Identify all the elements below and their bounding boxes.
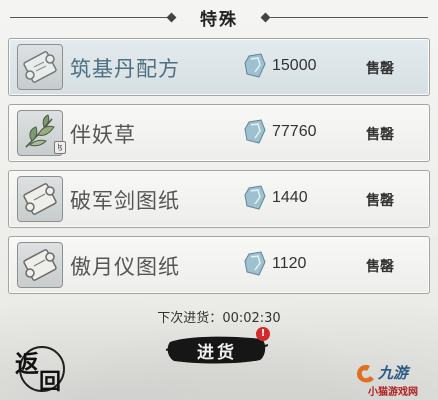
scroll-blueprint-icon[interactable] — [17, 176, 63, 222]
section-title: 特殊 — [200, 9, 238, 30]
header-divider-right — [268, 17, 428, 18]
item-price: 15000 — [243, 53, 317, 79]
scroll-blueprint-icon[interactable] — [17, 242, 63, 288]
shop-item-row[interactable]: 破军剑图纸 1440 售罄 — [8, 170, 430, 228]
back-label-char1: 返 — [15, 349, 39, 378]
nine-game-logo-icon — [354, 362, 376, 384]
restock-label: 下次进货： — [157, 311, 223, 326]
price-value: 15000 — [272, 57, 317, 74]
sold-out-label: 售罄 — [366, 259, 394, 275]
header-divider-left — [10, 17, 168, 18]
item-name: 破军剑图纸 — [70, 189, 180, 213]
section-header: 特殊 — [0, 4, 438, 30]
watermark: 九游 小猫游戏网 — [354, 360, 434, 398]
item-badge-icon: ɮ — [54, 141, 66, 154]
spirit-stone-icon — [243, 185, 267, 211]
spirit-stone-icon — [243, 53, 267, 79]
back-button[interactable]: 返 回 — [11, 344, 67, 395]
item-name: 伴妖草 — [70, 123, 136, 147]
sold-out-label: 售罄 — [366, 61, 394, 77]
scroll-recipe-icon[interactable] — [17, 44, 63, 90]
shop-item-list: 筑基丹配方 15000 售罄 ɮ 伴妖草 77760 售罄 破军剑图纸 1440… — [8, 38, 430, 302]
sold-out-label: 售罄 — [366, 127, 394, 143]
spirit-stone-icon — [243, 251, 267, 277]
back-label-char2: 回 — [39, 369, 62, 395]
watermark-site: 小猫游戏网 — [368, 387, 418, 398]
item-name: 傲月仪图纸 — [70, 255, 180, 279]
restock-button[interactable]: 进货 — [166, 332, 268, 366]
item-price: 1120 — [243, 251, 306, 277]
price-value: 1120 — [272, 255, 307, 272]
shop-item-row[interactable]: 傲月仪图纸 1120 售罄 — [8, 236, 430, 294]
header-diamond-left — [166, 12, 177, 23]
price-value: 77760 — [272, 123, 317, 140]
item-price: 77760 — [243, 119, 317, 145]
restock-time: 00:02:30 — [222, 311, 281, 326]
shop-item-row[interactable]: ɮ 伴妖草 77760 售罄 — [8, 104, 430, 162]
herb-leaf-icon[interactable]: ɮ — [17, 110, 66, 156]
watermark-brand: 九游 — [378, 364, 409, 382]
price-value: 1440 — [272, 189, 308, 206]
item-name: 筑基丹配方 — [70, 57, 180, 81]
restock-timer: 下次进货：00:02:30 — [0, 307, 438, 326]
item-price: 1440 — [243, 185, 308, 211]
sold-out-label: 售罄 — [366, 193, 394, 209]
alert-badge-icon: ! — [256, 327, 270, 341]
spirit-stone-icon — [243, 119, 267, 145]
restock-button-label: 进货 — [197, 343, 237, 363]
shop-item-row[interactable]: 筑基丹配方 15000 售罄 — [8, 38, 430, 96]
